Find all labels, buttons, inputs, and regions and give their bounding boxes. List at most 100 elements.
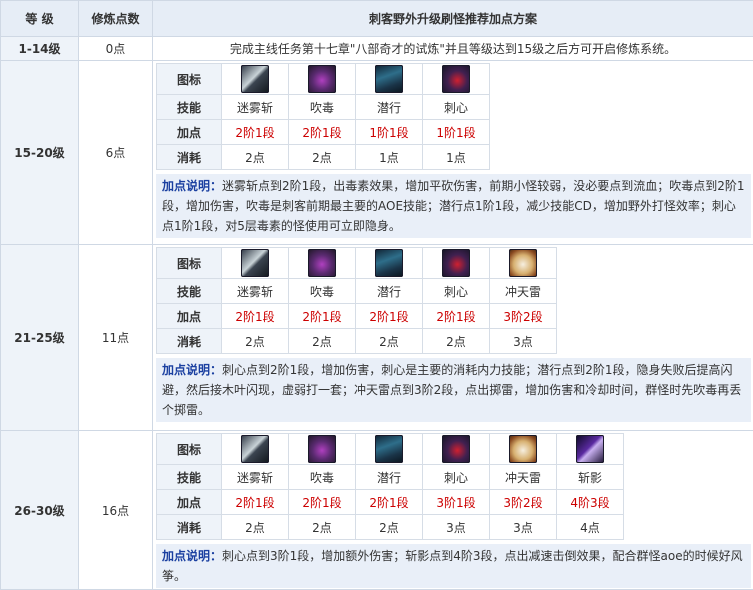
points-cell: 0点 [79, 37, 153, 61]
shadow-slash-icon [576, 435, 604, 463]
heart-pierce-icon [442, 435, 470, 463]
poison-blow-icon [308, 65, 336, 93]
sky-thunder-icon [509, 435, 537, 463]
skill-add-row: 加点 2阶1段 2阶1段 2阶1段 2阶1段 3阶2段 [157, 304, 557, 329]
skill-table: 图标 技能 迷雾斩 吹毒 潜行 刺心 冲天雷 加点 2阶1 [156, 247, 557, 354]
skill-cost: 2点 [289, 145, 356, 170]
note-label: 加点说明： [162, 363, 222, 377]
row-label: 加点 [157, 120, 222, 145]
mist-slash-icon [241, 65, 269, 93]
row-label: 图标 [157, 64, 222, 95]
skill-name: 冲天雷 [490, 279, 557, 304]
skill-cost: 2点 [423, 329, 490, 354]
skill-add: 1阶1段 [356, 120, 423, 145]
skill-cost: 4点 [557, 515, 624, 540]
plan-note: 加点说明：刺心点到2阶1段，增加伤害，刺心是主要的消耗内力技能；潜行点到2阶1段… [156, 358, 751, 422]
skill-cost: 2点 [356, 329, 423, 354]
poison-blow-icon [308, 435, 336, 463]
skill-add: 2阶1段 [289, 490, 356, 515]
skill-cost: 2点 [289, 329, 356, 354]
heart-pierce-icon [442, 249, 470, 277]
skill-add: 2阶1段 [222, 490, 289, 515]
skill-add: 2阶1段 [222, 304, 289, 329]
plan-cell: 图标 技能 迷雾斩 吹毒 潜行 刺心 冲天雷 加点 2阶1 [153, 245, 753, 431]
note-text: 迷雾斩点到2阶1段，出毒素效果，增加平砍伤害，前期小怪较弱，没必要点到流血；吹毒… [162, 179, 745, 233]
icon-row: 图标 [157, 248, 557, 279]
note-label: 加点说明： [162, 179, 222, 193]
skill-cost: 2点 [222, 329, 289, 354]
row-label: 消耗 [157, 329, 222, 354]
stealth-icon [375, 435, 403, 463]
level-cell: 15-20级 [1, 61, 79, 245]
skill-name: 刺心 [423, 465, 490, 490]
skill-add: 3阶1段 [423, 490, 490, 515]
mist-slash-icon [241, 435, 269, 463]
skill-table: 图标 技能 迷雾斩 吹毒 潜行 刺心 加点 2阶1段 2阶1段 [156, 63, 490, 170]
skill-name: 迷雾斩 [222, 279, 289, 304]
skill-add: 2阶1段 [289, 120, 356, 145]
row-label: 消耗 [157, 515, 222, 540]
skill-name: 潜行 [356, 95, 423, 120]
skill-add: 1阶1段 [423, 120, 490, 145]
header-points: 修炼点数 [79, 1, 153, 37]
skill-name: 吹毒 [289, 95, 356, 120]
skill-cost-row: 消耗 2点 2点 1点 1点 [157, 145, 490, 170]
skill-name: 吹毒 [289, 465, 356, 490]
plan-cell: 图标 技能 迷雾斩 吹毒 潜行 刺心 冲天雷 斩影 [153, 431, 753, 590]
skill-add: 4阶3段 [557, 490, 624, 515]
skill-name: 斩影 [557, 465, 624, 490]
plan-note: 加点说明：迷雾斩点到2阶1段，出毒素效果，增加平砍伤害，前期小怪较弱，没必要点到… [156, 174, 751, 238]
row-label: 加点 [157, 490, 222, 515]
skill-name: 潜行 [356, 279, 423, 304]
stealth-icon [375, 65, 403, 93]
skill-add: 2阶1段 [356, 490, 423, 515]
skill-name: 吹毒 [289, 279, 356, 304]
skill-cost: 3点 [423, 515, 490, 540]
skill-add-row: 加点 2阶1段 2阶1段 1阶1段 1阶1段 [157, 120, 490, 145]
level-cell: 26-30级 [1, 431, 79, 590]
note-label: 加点说明： [162, 549, 222, 563]
skill-cost: 1点 [423, 145, 490, 170]
table-row: 15-20级 6点 图标 技能 迷雾斩 吹毒 潜行 刺心 [1, 61, 753, 245]
skill-add-row: 加点 2阶1段 2阶1段 2阶1段 3阶1段 3阶2段 4阶3段 [157, 490, 624, 515]
plan-note: 加点说明：刺心点到3阶1段，增加额外伤害；斩影点到4阶3段，点出减速击倒效果，配… [156, 544, 751, 588]
plan-cell: 图标 技能 迷雾斩 吹毒 潜行 刺心 加点 2阶1段 2阶1段 [153, 61, 753, 245]
row-label: 加点 [157, 304, 222, 329]
sky-thunder-icon [509, 249, 537, 277]
row-label: 图标 [157, 248, 222, 279]
row-label: 技能 [157, 279, 222, 304]
skill-cost: 1点 [356, 145, 423, 170]
icon-row: 图标 [157, 434, 624, 465]
skill-cost: 2点 [222, 145, 289, 170]
skill-name: 刺心 [423, 95, 490, 120]
skill-add: 3阶2段 [490, 304, 557, 329]
table-row: 21-25级 11点 图标 技能 迷雾斩 吹毒 潜行 刺心 冲天 [1, 245, 753, 431]
header-row: 等 级 修炼点数 刺客野外升级刷怪推荐加点方案 [1, 1, 753, 37]
level-cell: 1-14级 [1, 37, 79, 61]
skill-add: 2阶1段 [356, 304, 423, 329]
heart-pierce-icon [442, 65, 470, 93]
skill-name: 刺心 [423, 279, 490, 304]
points-cell: 11点 [79, 245, 153, 431]
stealth-icon [375, 249, 403, 277]
skill-cost: 2点 [356, 515, 423, 540]
skill-cost: 3点 [490, 515, 557, 540]
skill-name: 迷雾斩 [222, 465, 289, 490]
skill-name: 迷雾斩 [222, 95, 289, 120]
row-label: 技能 [157, 95, 222, 120]
table-row: 1-14级 0点 完成主线任务第十七章"八部奇才的试炼"并且等级达到15级之后方… [1, 37, 753, 61]
poison-blow-icon [308, 249, 336, 277]
skill-name-row: 技能 迷雾斩 吹毒 潜行 刺心 冲天雷 斩影 [157, 465, 624, 490]
intro-text: 完成主线任务第十七章"八部奇才的试炼"并且等级达到15级之后方可开启修炼系统。 [153, 37, 753, 61]
table-row: 26-30级 16点 图标 技能 迷雾斩 吹毒 潜行 刺心 [1, 431, 753, 590]
points-cell: 6点 [79, 61, 153, 245]
header-plan: 刺客野外升级刷怪推荐加点方案 [153, 1, 753, 37]
row-label: 技能 [157, 465, 222, 490]
row-label: 消耗 [157, 145, 222, 170]
skill-name-row: 技能 迷雾斩 吹毒 潜行 刺心 冲天雷 [157, 279, 557, 304]
skill-add: 3阶2段 [490, 490, 557, 515]
skill-cost-row: 消耗 2点 2点 2点 2点 3点 [157, 329, 557, 354]
header-level: 等 级 [1, 1, 79, 37]
note-text: 刺心点到2阶1段，增加伤害，刺心是主要的消耗内力技能；潜行点到2阶1段，隐身失败… [162, 363, 741, 417]
skill-cost: 2点 [289, 515, 356, 540]
